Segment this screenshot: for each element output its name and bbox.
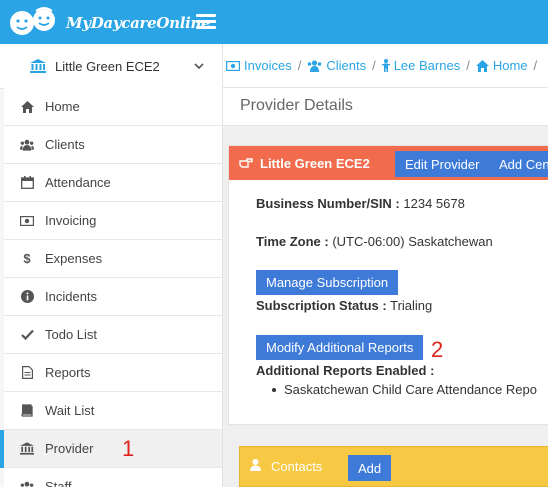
sidebar-item-expenses[interactable]: $ Expenses: [4, 240, 222, 278]
check-icon: [20, 328, 34, 342]
manage-subscription-button[interactable]: Manage Subscription: [256, 270, 399, 295]
sidebar-item-staff[interactable]: Staff: [4, 468, 222, 487]
annotation-number-1: 1: [122, 436, 135, 461]
sidebar-item-label: Incidents: [45, 289, 98, 304]
users-icon: [20, 138, 34, 152]
business-number-value: 1234 5678: [403, 196, 465, 211]
edit-provider-button[interactable]: Edit Provider: [395, 151, 490, 177]
business-number-label: Business Number/SIN :: [256, 196, 400, 211]
sidebar-item-label: Home: [45, 99, 80, 114]
sidebar-nav: Home Clients Attendance Invoicing $ Expe…: [0, 88, 222, 487]
sidebar-item-todo-list[interactable]: Todo List: [4, 316, 222, 354]
sidebar-item-label: Staff: [45, 479, 72, 487]
menu-toggle-icon[interactable]: [196, 14, 216, 30]
modify-additional-reports-button[interactable]: Modify Additional Reports: [256, 335, 424, 360]
provider-panel: Little Green ECE2 Edit Provider Add Cent…: [228, 145, 548, 425]
breadcrumb-home[interactable]: Home: [475, 58, 528, 73]
breadcrumb-separator: /: [466, 58, 470, 73]
info-icon: [20, 290, 34, 304]
page-title: Provider Details: [240, 97, 353, 114]
provider-selector[interactable]: Little Green ECE2: [0, 44, 222, 89]
money-icon: [226, 60, 240, 71]
main-content: Provider Details Little Green ECE2 Edit …: [223, 88, 548, 487]
baby-faces-logo-icon: [10, 7, 55, 35]
calendar-icon: [20, 176, 34, 190]
time-zone-value: (UTC-06:00) Saskatchewan: [332, 234, 493, 249]
sidebar-item-label: Provider: [45, 441, 94, 456]
sidebar-item-label: Invoicing: [45, 213, 97, 228]
app-logo[interactable]: MyDaycareOnline: [8, 5, 211, 39]
breadcrumb-separator: /: [533, 58, 538, 73]
time-zone-label: Time Zone :: [256, 234, 329, 249]
sidebar-item-reports[interactable]: Reports: [4, 354, 222, 392]
breadcrumb-clients[interactable]: Clients: [307, 58, 366, 73]
provider-name: Little Green ECE2: [55, 58, 160, 74]
breadcrumb-label: Invoices: [244, 58, 292, 73]
subscription-status-label: Subscription Status :: [256, 298, 387, 313]
sidebar-item-label: Reports: [45, 365, 91, 380]
provider-panel-header: Little Green ECE2 Edit Provider Add Cent: [229, 146, 548, 180]
sidebar-item-wait-list[interactable]: Wait List: [4, 392, 222, 430]
top-bar: MyDaycareOnline: [0, 0, 548, 44]
sidebar-item-incidents[interactable]: Incidents: [4, 278, 222, 316]
sidebar-item-home[interactable]: Home: [4, 88, 222, 126]
bank-icon: [20, 442, 34, 456]
subscription-status-row: Subscription Status : Trialing: [256, 298, 432, 313]
sidebar-item-label: Todo List: [45, 327, 98, 342]
provider-panel-title: Little Green ECE2: [260, 156, 370, 171]
page-header: Provider Details: [223, 88, 548, 126]
contacts-panel-header: Contacts Add: [239, 446, 548, 487]
file-icon: [20, 366, 34, 380]
users-icon: [20, 480, 34, 487]
subscription-status-value: Trialing: [390, 298, 433, 313]
chevron-down-icon: [194, 63, 204, 70]
breadcrumb-label: Lee Barnes: [393, 58, 461, 73]
reports-enabled-row: Additional Reports Enabled :: [256, 363, 434, 378]
hand-point-right-icon: [239, 158, 253, 168]
list-item: Saskatchewan Child Care Attendance Repo: [272, 382, 537, 397]
money-icon: [20, 214, 34, 228]
breadcrumb: Invoices / Clients / Lee Barnes / Home /: [223, 44, 548, 88]
dollar-icon: $: [23, 251, 31, 266]
breadcrumb-invoices[interactable]: Invoices: [226, 58, 292, 73]
sidebar-item-label: Attendance: [45, 175, 111, 190]
sidebar-item-label: Wait List: [45, 403, 95, 418]
add-center-button[interactable]: Add Cent: [489, 151, 548, 177]
business-number-row: Business Number/SIN : 1234 5678: [256, 196, 465, 211]
sidebar-item-label: Clients: [45, 137, 85, 152]
breadcrumb-separator: /: [297, 58, 302, 73]
annotation-number-2: 2: [431, 337, 444, 362]
breadcrumb-separator: /: [372, 58, 376, 73]
sidebar-item-invoicing[interactable]: Invoicing: [4, 202, 222, 240]
home-icon: [20, 100, 34, 114]
home-icon: [475, 59, 489, 72]
add-contact-button[interactable]: Add: [348, 455, 392, 481]
sidebar-item-label: Expenses: [45, 251, 103, 266]
book-icon: [20, 404, 34, 418]
sidebar: Little Green ECE2 Home Clients Attendanc…: [0, 44, 223, 487]
contacts-title: Contacts: [271, 459, 323, 474]
time-zone-row: Time Zone : (UTC-06:00) Saskatchewan: [256, 234, 493, 249]
sidebar-item-attendance[interactable]: Attendance: [4, 164, 222, 202]
users-icon: [308, 59, 322, 72]
sidebar-item-clients[interactable]: Clients: [4, 126, 222, 164]
logo-text: MyDaycareOnline: [66, 14, 211, 32]
breadcrumb-label: Clients: [326, 58, 367, 73]
breadcrumb-client-name[interactable]: Lee Barnes: [381, 58, 461, 73]
child-icon: [381, 59, 390, 72]
bank-icon: [30, 59, 46, 73]
reports-enabled-label: Additional Reports Enabled :: [256, 363, 435, 378]
sidebar-item-provider[interactable]: Provider 1: [0, 430, 222, 468]
breadcrumb-label: Home: [492, 58, 528, 73]
user-icon: [250, 459, 261, 471]
